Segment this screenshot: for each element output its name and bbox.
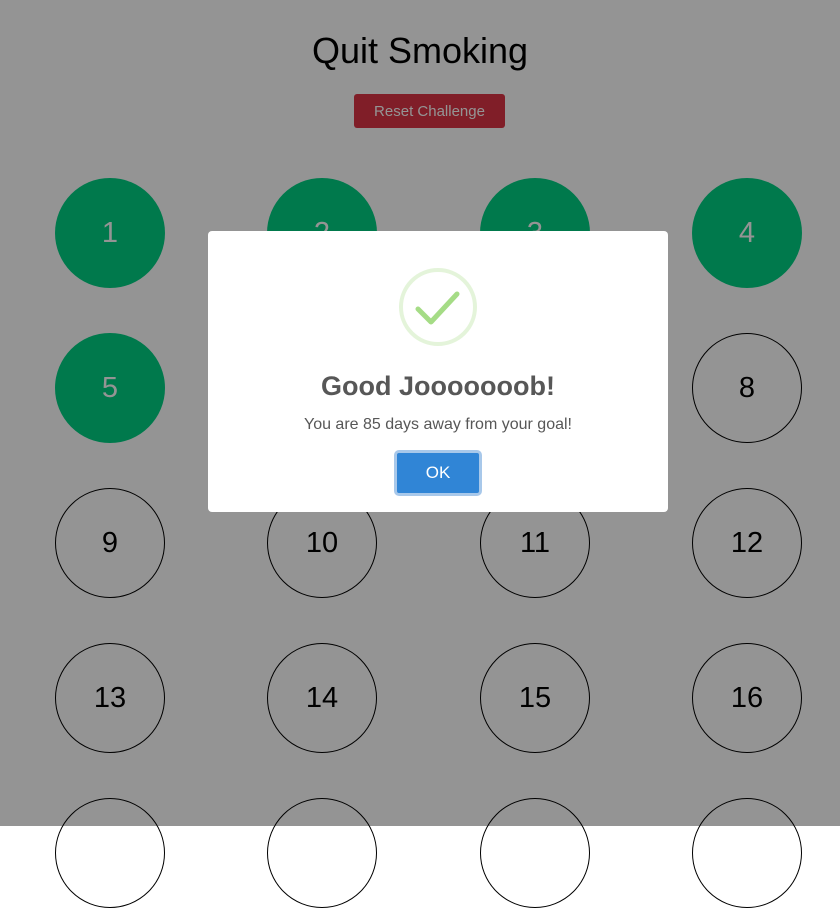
ok-button[interactable]: OK (394, 450, 482, 496)
success-dialog: Good Jooooooob! You are 85 days away fro… (208, 231, 668, 512)
modal-overlay[interactable]: Good Jooooooob! You are 85 days away fro… (0, 0, 840, 826)
dialog-title: Good Jooooooob! (321, 371, 555, 401)
dialog-message: You are 85 days away from your goal! (303, 416, 572, 433)
success-check-icon (399, 268, 477, 346)
